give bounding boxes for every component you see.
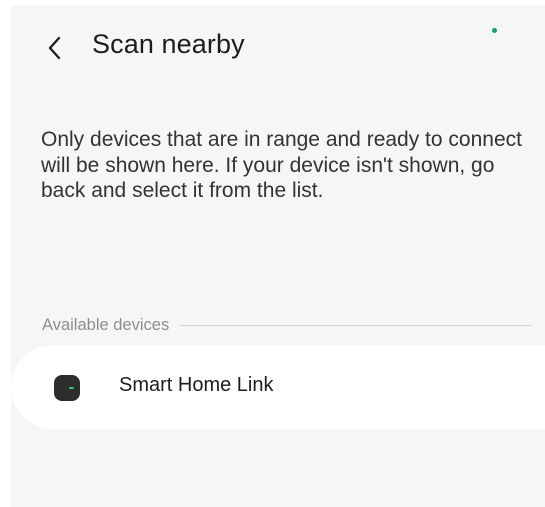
back-button[interactable]	[41, 34, 69, 62]
app-bar: Scan nearby	[11, 6, 545, 86]
smart-home-hub-icon	[54, 375, 80, 401]
scan-nearby-screen: Scan nearby Only devices that are in ran…	[11, 6, 545, 507]
scanning-indicator	[492, 28, 497, 33]
available-devices-header: Available devices	[42, 314, 532, 336]
page-title: Scan nearby	[92, 29, 245, 59]
section-divider	[179, 324, 532, 326]
scan-description: Only devices that are in range and ready…	[41, 128, 522, 202]
section-label: Available devices	[42, 315, 170, 334]
device-name: Smart Home Link	[119, 374, 274, 396]
device-item-smart-home-link[interactable]: Smart Home Link	[11, 345, 545, 429]
chevron-left-icon	[48, 36, 61, 60]
